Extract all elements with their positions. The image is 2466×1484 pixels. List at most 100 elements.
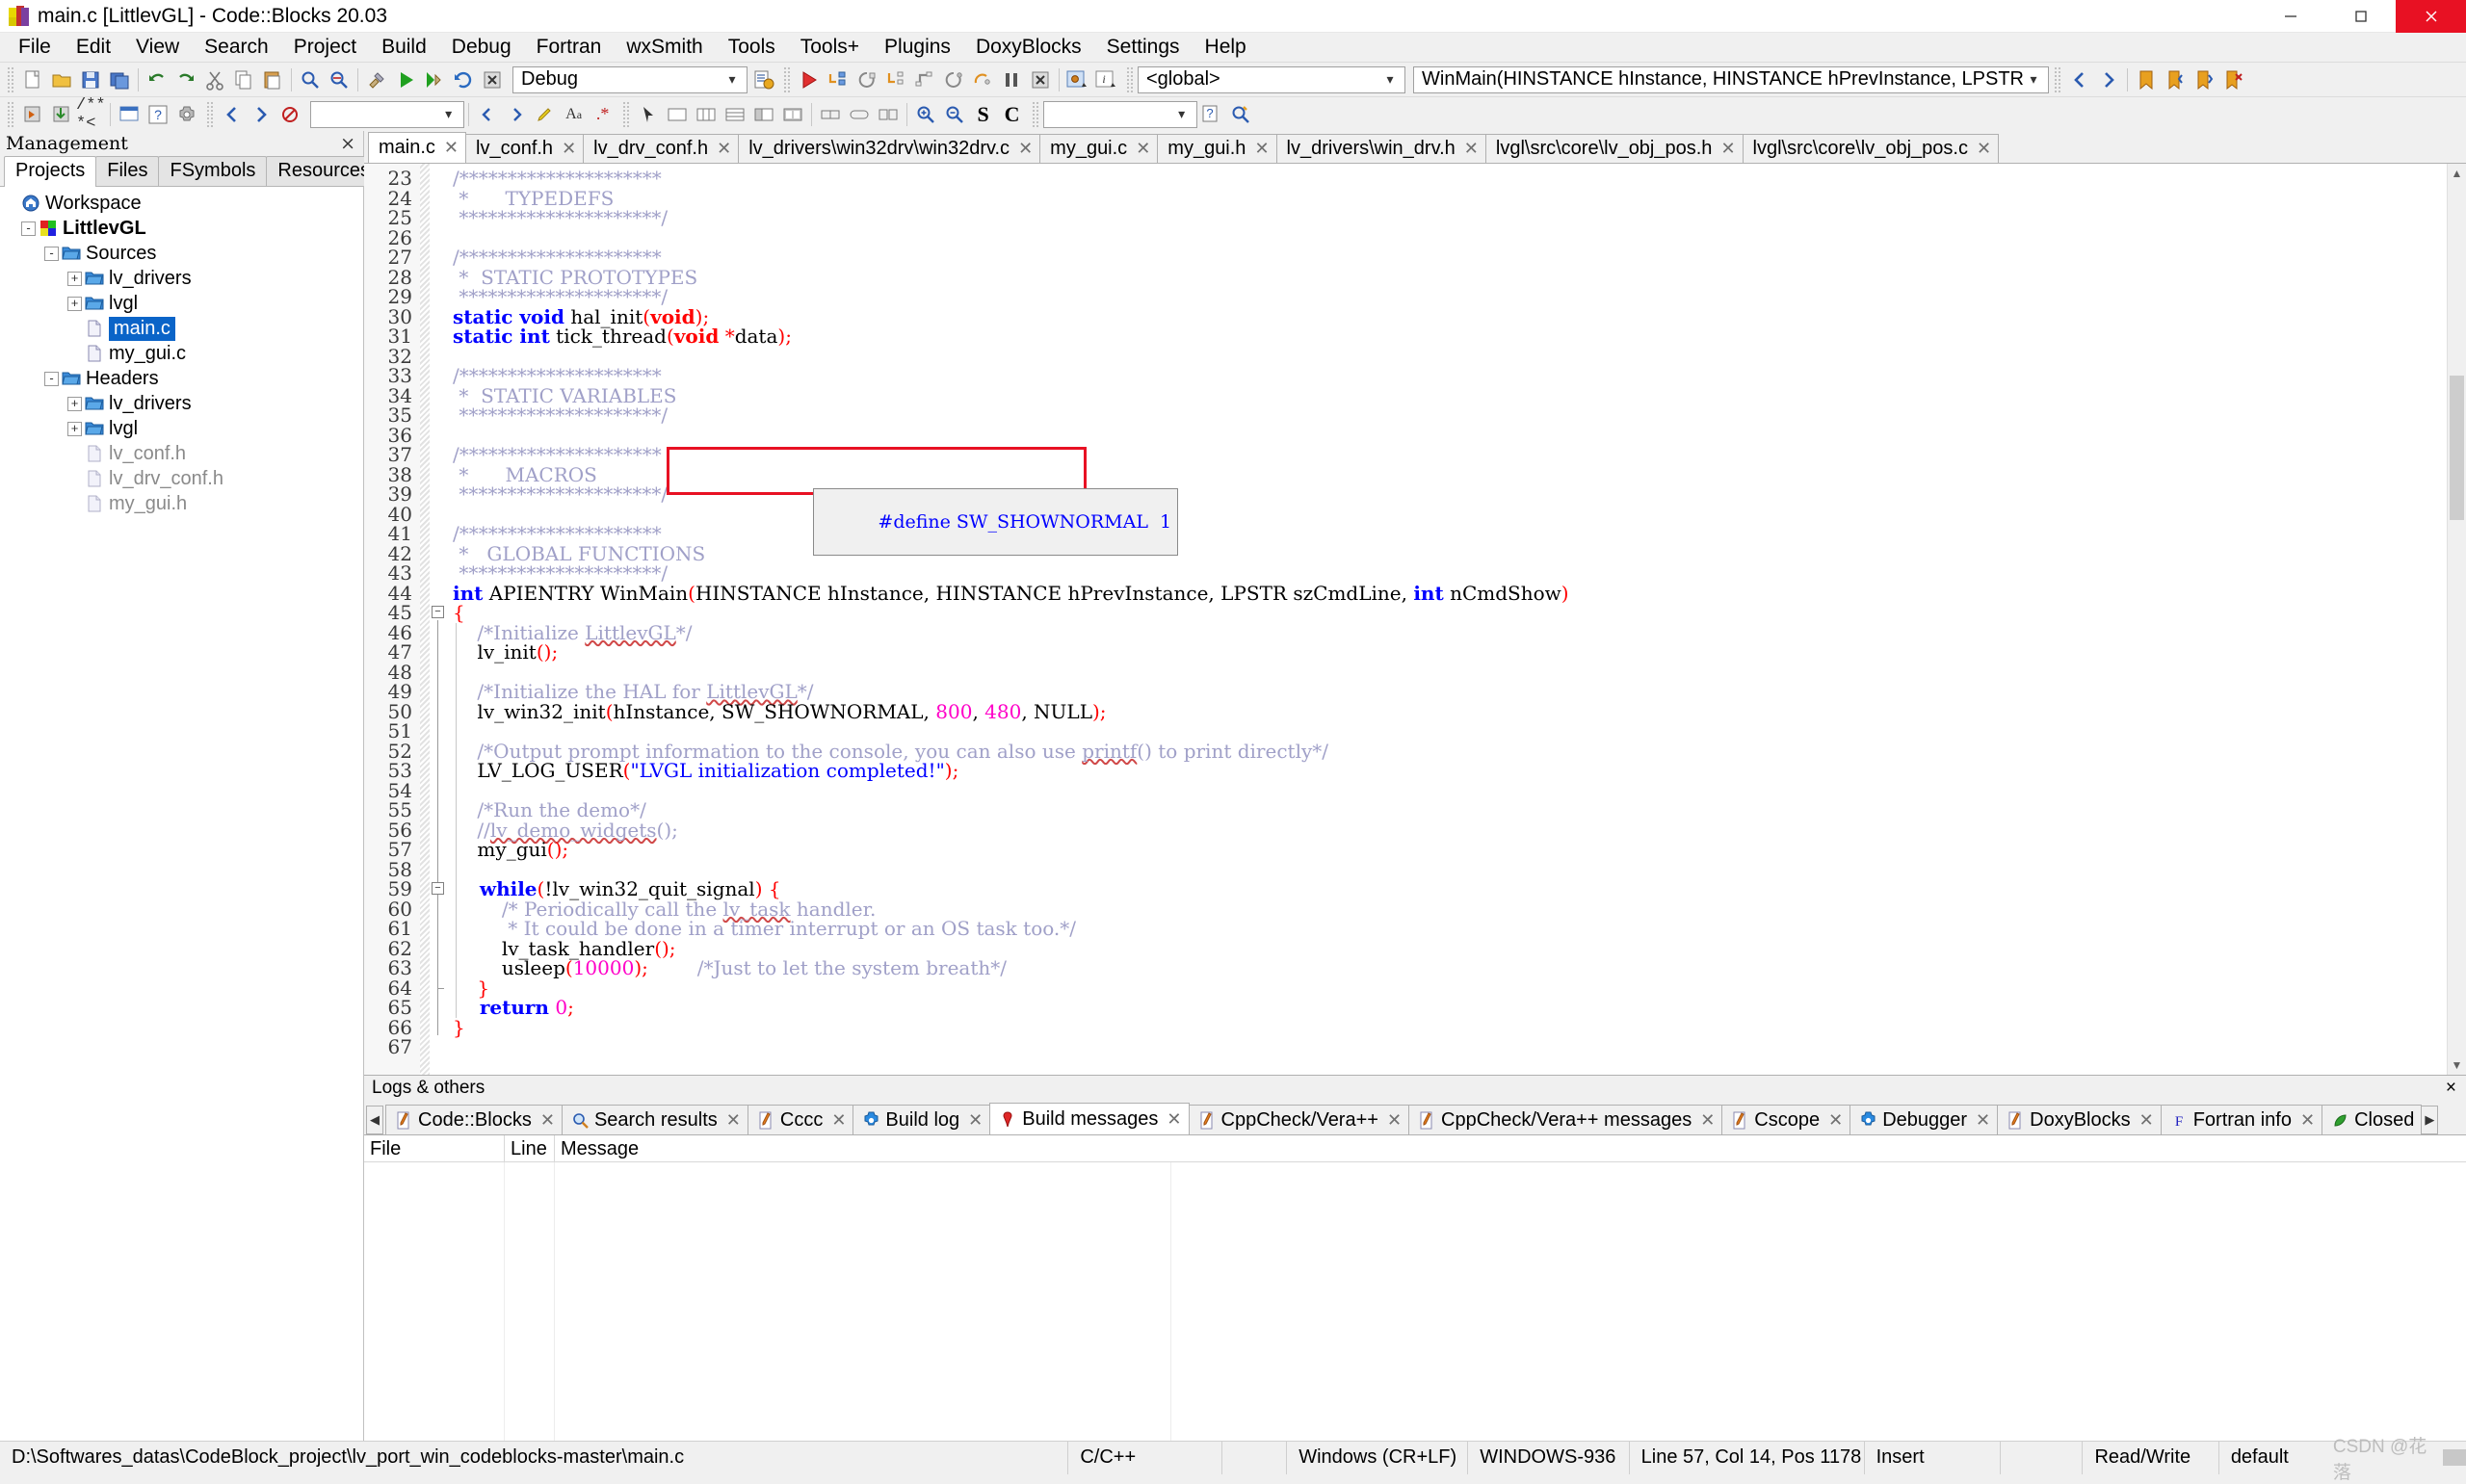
open-file-button[interactable] xyxy=(47,65,76,94)
doxyblocks-extract-button[interactable] xyxy=(47,100,76,129)
build-options-button[interactable] xyxy=(749,65,778,94)
menu-edit[interactable]: Edit xyxy=(64,32,123,63)
editor-tab-lv-obj-pos-h[interactable]: lvgl\src\core\lv_obj_pos.h ✕ xyxy=(1484,134,1744,163)
close-icon[interactable]: ✕ xyxy=(1167,1109,1181,1130)
cscope-next-button[interactable] xyxy=(247,100,275,129)
code-line[interactable]: usleep(10000); /*Just to let the system … xyxy=(453,958,2447,978)
debug-stop-button[interactable] xyxy=(1026,65,1055,94)
tree-item-my-gui-h[interactable]: my_gui.h xyxy=(0,491,363,516)
column-header-line[interactable]: Line xyxy=(505,1135,555,1161)
close-icon[interactable]: ✕ xyxy=(1977,139,1991,159)
code-line[interactable]: * It could be done in a timer interrupt … xyxy=(453,919,2447,939)
tree-item-sources-lv-drivers[interactable]: + lv_drivers xyxy=(0,266,363,291)
code-line[interactable]: int APIENTRY WinMain(HINSTANCE hInstance… xyxy=(453,583,2447,604)
debug-next-line-button[interactable] xyxy=(824,65,853,94)
paste-button[interactable] xyxy=(258,65,287,94)
code-line[interactable]: my_gui(); xyxy=(453,840,2447,860)
tree-item-main-c[interactable]: main.c xyxy=(0,316,363,341)
sizer-round-button[interactable] xyxy=(845,100,874,129)
debug-toolbar-grip[interactable] xyxy=(782,66,791,92)
column-header-message[interactable]: Message xyxy=(555,1135,2466,1161)
toggle-bookmark-button[interactable] xyxy=(2132,65,2161,94)
prev-bookmark-button[interactable] xyxy=(2161,65,2190,94)
code-line[interactable]: static void hal_init(void); xyxy=(453,306,2447,327)
scroll-up-icon[interactable]: ▲ xyxy=(2448,164,2466,183)
code-line[interactable]: } xyxy=(453,977,2447,999)
code-editor[interactable]: 23 24 25 26 27 28 29 30 31 32 33 34 35 36 37 38 39 40 41 42… xyxy=(364,164,2466,1075)
undo-button[interactable] xyxy=(143,65,171,94)
expand-toggle[interactable]: + xyxy=(67,396,82,411)
debug-step-over-button[interactable] xyxy=(968,65,997,94)
code-line[interactable]: /*Initialize LittlevGL*/ xyxy=(453,622,2447,643)
extra-toolbar-grip[interactable] xyxy=(1030,101,1039,127)
debug-step-into-button[interactable] xyxy=(881,65,910,94)
tabs-scroll-left-icon[interactable]: ◀ xyxy=(366,1106,383,1134)
list-tool-button[interactable] xyxy=(721,100,749,129)
cscope-prev-button[interactable] xyxy=(218,100,247,129)
menu-search[interactable]: Search xyxy=(192,32,281,63)
close-icon[interactable]: ✕ xyxy=(968,1110,983,1131)
wxsmith-toolbar-grip[interactable] xyxy=(620,101,630,127)
tab-projects[interactable]: Projects xyxy=(4,156,97,187)
nav-forward-button[interactable] xyxy=(2094,65,2123,94)
zoom-in-button[interactable] xyxy=(911,100,940,129)
menu-doxyblocks[interactable]: DoxyBlocks xyxy=(963,32,1094,63)
scroll-down-icon[interactable]: ▼ xyxy=(2448,1055,2466,1075)
minimize-button[interactable] xyxy=(2255,0,2325,33)
code-line[interactable]: * STATIC VARIABLES xyxy=(453,385,2447,406)
column-header-file[interactable]: File xyxy=(364,1135,505,1161)
close-icon[interactable]: ✕ xyxy=(2139,1110,2154,1131)
code-line[interactable] xyxy=(453,347,2447,367)
editor-tab-win-drv-h[interactable]: lv_drivers\win_drv.h ✕ xyxy=(1275,134,1486,163)
expand-toggle[interactable]: + xyxy=(67,296,82,311)
code-line[interactable]: /********************* xyxy=(453,445,2447,465)
close-icon[interactable]: ✕ xyxy=(831,1110,846,1131)
build-messages-grid[interactable]: File Line Message xyxy=(364,1135,2466,1441)
code-text[interactable]: /********************* * TYPEDEFS ******… xyxy=(447,164,2447,1075)
grid-body[interactable] xyxy=(364,1162,2466,1441)
code-line[interactable]: //lv_demo_widgets(); xyxy=(453,820,2447,841)
editor-vertical-scrollbar[interactable]: ▲ ▼ xyxy=(2447,164,2466,1075)
extra-search-button[interactable] xyxy=(1226,100,1255,129)
editor-tab-lv-conf-h[interactable]: lv_conf.h ✕ xyxy=(465,134,585,163)
code-line[interactable]: while(!lv_win32_quit_signal) { xyxy=(453,879,2447,899)
close-icon[interactable]: ✕ xyxy=(444,138,459,158)
replace-button[interactable] xyxy=(325,65,354,94)
collapse-toggle[interactable]: - xyxy=(44,246,59,261)
collapse-toggle[interactable]: - xyxy=(44,371,59,386)
code-line[interactable]: { xyxy=(453,603,2447,623)
save-button[interactable] xyxy=(76,65,105,94)
code-line[interactable]: *********************/ xyxy=(453,208,2447,228)
toolbar-grip[interactable] xyxy=(6,66,14,92)
code-line[interactable] xyxy=(453,505,2447,525)
expand-toggle[interactable]: + xyxy=(67,271,82,286)
build-and-run-button[interactable] xyxy=(420,65,449,94)
code-line[interactable]: /* Periodically call the lv_task handler… xyxy=(453,898,2447,920)
editor-tab-win32drv-c[interactable]: lv_drivers\win32drv\win32drv.c ✕ xyxy=(738,134,1041,163)
cscope-stop-button[interactable] xyxy=(275,100,304,129)
close-icon[interactable]: ✕ xyxy=(1828,1110,1843,1131)
marker-gutter[interactable] xyxy=(420,164,430,1075)
code-line[interactable]: } xyxy=(453,1017,2447,1038)
pointer-tool-button[interactable] xyxy=(634,100,663,129)
logs-tab-search-results[interactable]: Search results ✕ xyxy=(561,1105,748,1134)
project-tree[interactable]: Workspace - LittlevGL - Sources + lv_dri… xyxy=(0,187,363,1441)
debug-next-instruction-button[interactable] xyxy=(853,65,881,94)
abort-build-button[interactable] xyxy=(478,65,507,94)
tree-item-workspace[interactable]: Workspace xyxy=(0,191,363,216)
scroll-track[interactable] xyxy=(2448,183,2466,1055)
code-line[interactable]: /********************* xyxy=(453,247,2447,268)
code-line[interactable]: /********************* xyxy=(453,366,2447,386)
close-icon[interactable]: ✕ xyxy=(717,139,731,159)
logs-tab-closed[interactable]: Closed xyxy=(2322,1105,2423,1134)
doxyblocks-help-button[interactable]: ? xyxy=(144,100,172,129)
code-line[interactable]: * GLOBAL FUNCTIONS xyxy=(453,543,2447,564)
code-line[interactable]: * TYPEDEFS xyxy=(453,188,2447,209)
tabs-scroll-right-icon[interactable]: ▶ xyxy=(2421,1106,2439,1134)
panel-tool-button[interactable] xyxy=(663,100,692,129)
various-info-button[interactable]: i xyxy=(1092,65,1121,94)
highlight-all-button[interactable] xyxy=(531,100,560,129)
code-line[interactable] xyxy=(453,663,2447,683)
menu-build[interactable]: Build xyxy=(369,32,439,63)
editor-tab-my-gui-h[interactable]: my_gui.h ✕ xyxy=(1157,134,1277,163)
